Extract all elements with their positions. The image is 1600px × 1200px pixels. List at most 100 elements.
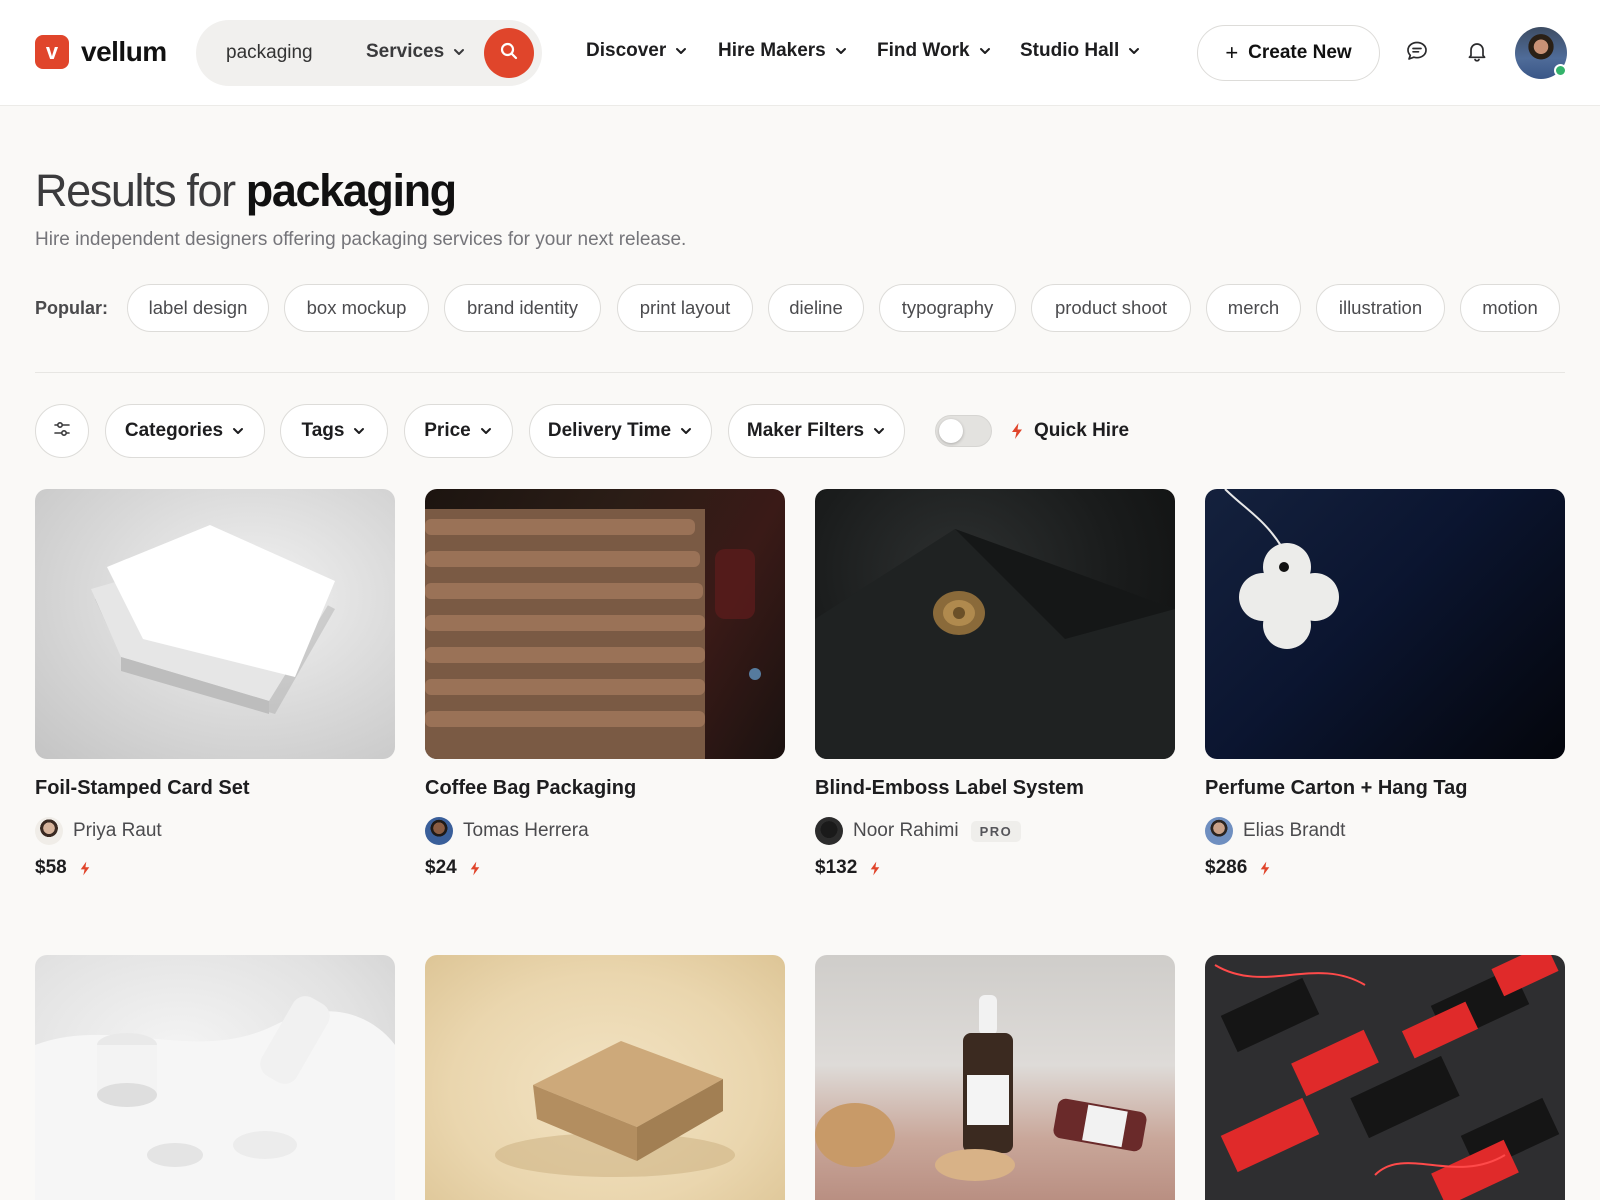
pro-badge: PRO xyxy=(970,820,1022,842)
card-title[interactable]: Perfume Carton + Hang Tag xyxy=(1205,777,1467,800)
card-maker[interactable]: Priya Raut xyxy=(35,817,162,845)
nav-label: Studio Hall xyxy=(1020,40,1120,61)
nav-discover[interactable]: Discover xyxy=(586,40,688,62)
maker-avatar xyxy=(815,817,843,845)
create-new-label: Create New xyxy=(1248,42,1352,63)
chat-bubble-icon xyxy=(1405,39,1429,68)
user-avatar[interactable] xyxy=(1515,27,1567,79)
card-image[interactable] xyxy=(35,489,395,759)
nav-label: Hire Makers xyxy=(718,40,826,61)
lightning-bolt-icon xyxy=(1259,860,1271,877)
search-button[interactable] xyxy=(484,28,534,78)
lightning-bolt-icon xyxy=(869,860,881,877)
logo-mark: v xyxy=(35,35,69,69)
page-subtitle: Hire independent designers offering pack… xyxy=(35,229,687,250)
filter-label: Maker Filters xyxy=(746,420,865,441)
maker-name: Elias Brandt xyxy=(1243,820,1346,841)
filter-categories-dropdown[interactable]: Categories xyxy=(105,404,265,458)
search-input[interactable] xyxy=(226,38,346,68)
lightning-bolt-icon xyxy=(1010,422,1024,440)
popular-label: Popular: xyxy=(35,298,109,318)
popular-tag-chip[interactable]: illustration xyxy=(1316,284,1445,332)
service-card: Blind-Emboss Label System Noor Rahimi PR… xyxy=(815,489,1175,878)
popular-tag-chip[interactable]: merch xyxy=(1206,284,1301,332)
nav-hire-makers[interactable]: Hire Makers xyxy=(718,40,848,62)
search-category-dropdown[interactable]: Services xyxy=(366,41,466,63)
card-image[interactable] xyxy=(1205,955,1565,1200)
service-card: Perfume Carton + Hang Tag Elias Brandt $… xyxy=(1205,489,1565,878)
filter-label: Categories xyxy=(124,420,224,441)
search-icon xyxy=(499,41,519,66)
popular-tag-chip[interactable]: typography xyxy=(879,284,1016,332)
maker-avatar xyxy=(35,817,63,845)
quick-hire-label-group: Quick Hire xyxy=(1010,420,1129,442)
card-image[interactable] xyxy=(815,955,1175,1200)
card-title[interactable]: Foil-Stamped Card Set xyxy=(35,777,249,800)
results-prefix: Results for xyxy=(35,165,246,216)
filter-settings-button[interactable] xyxy=(35,404,89,458)
popular-tag-chip[interactable]: dieline xyxy=(768,284,864,332)
maker-name: Priya Raut xyxy=(73,820,162,841)
popular-tag-chip[interactable]: box mockup xyxy=(284,284,429,332)
search-category-label: Services xyxy=(366,41,445,62)
card-maker[interactable]: Noor Rahimi PRO xyxy=(815,817,1022,845)
notifications-button[interactable] xyxy=(1462,38,1492,68)
quick-hire-toggle[interactable] xyxy=(935,415,992,447)
maker-avatar xyxy=(425,817,453,845)
lightning-bolt-icon xyxy=(469,860,481,877)
card-price-row: $286 xyxy=(1205,857,1271,879)
search-bar: Services xyxy=(196,20,542,86)
card-image[interactable] xyxy=(425,955,785,1200)
chevron-down-icon xyxy=(978,44,992,58)
card-price-row: $58 xyxy=(35,857,91,879)
page-title: Results for packaging xyxy=(35,165,457,217)
card-maker[interactable]: Elias Brandt xyxy=(1205,817,1345,845)
section-divider xyxy=(35,372,1565,373)
plus-icon: + xyxy=(1225,40,1239,65)
card-image[interactable] xyxy=(815,489,1175,759)
card-title[interactable]: Coffee Bag Packaging xyxy=(425,777,636,800)
filter-delivery-time-dropdown[interactable]: Delivery Time xyxy=(529,404,712,458)
filter-maker-filters-dropdown[interactable]: Maker Filters xyxy=(728,404,905,458)
nav-find-work[interactable]: Find Work xyxy=(877,40,992,62)
messages-button[interactable] xyxy=(1402,38,1432,68)
card-image[interactable] xyxy=(1205,489,1565,759)
filter-label: Delivery Time xyxy=(547,420,672,441)
chevron-down-icon xyxy=(352,424,366,438)
filter-label: Price xyxy=(424,420,471,441)
nav-label: Discover xyxy=(586,40,667,61)
online-status-indicator xyxy=(1554,64,1567,77)
sliders-icon xyxy=(52,419,72,444)
chevron-down-icon xyxy=(479,424,493,438)
chevron-down-icon xyxy=(834,44,848,58)
quick-hire-label: Quick Hire xyxy=(1034,420,1130,441)
popular-tag-chip[interactable]: label design xyxy=(127,284,269,332)
card-price-row: $24 xyxy=(425,857,481,879)
maker-name: Tomas Herrera xyxy=(463,820,589,841)
popular-tag-chip[interactable]: product shoot xyxy=(1031,284,1191,332)
card-maker[interactable]: Tomas Herrera xyxy=(425,817,589,845)
nav-studio-hall[interactable]: Studio Hall xyxy=(1020,40,1141,62)
chevron-down-icon xyxy=(231,424,245,438)
chevron-down-icon xyxy=(872,424,886,438)
card-image[interactable] xyxy=(425,489,785,759)
chevron-down-icon xyxy=(674,44,688,58)
toggle-knob xyxy=(939,419,963,443)
service-card: Coffee Bag Packaging Tomas Herrera $24 xyxy=(425,489,785,878)
bell-icon xyxy=(1465,39,1489,68)
card-price: $132 xyxy=(815,857,858,878)
logo-wordmark: vellum xyxy=(81,36,167,67)
card-title[interactable]: Blind-Emboss Label System xyxy=(815,777,1084,800)
popular-tag-chip[interactable]: motion xyxy=(1460,284,1560,332)
popular-tag-chip[interactable]: print layout xyxy=(617,284,753,332)
card-price-row: $132 xyxy=(815,857,881,879)
chevron-down-icon xyxy=(452,45,466,59)
create-new-button[interactable]: + Create New xyxy=(1197,25,1380,81)
filter-price-dropdown[interactable]: Price xyxy=(404,404,513,458)
card-image[interactable] xyxy=(35,955,395,1200)
filter-tags-dropdown[interactable]: Tags xyxy=(280,404,388,458)
lightning-bolt-icon xyxy=(79,860,91,877)
logo[interactable]: v vellum xyxy=(35,35,167,69)
popular-tag-chip[interactable]: brand identity xyxy=(444,284,601,332)
card-price: $24 xyxy=(425,857,457,878)
